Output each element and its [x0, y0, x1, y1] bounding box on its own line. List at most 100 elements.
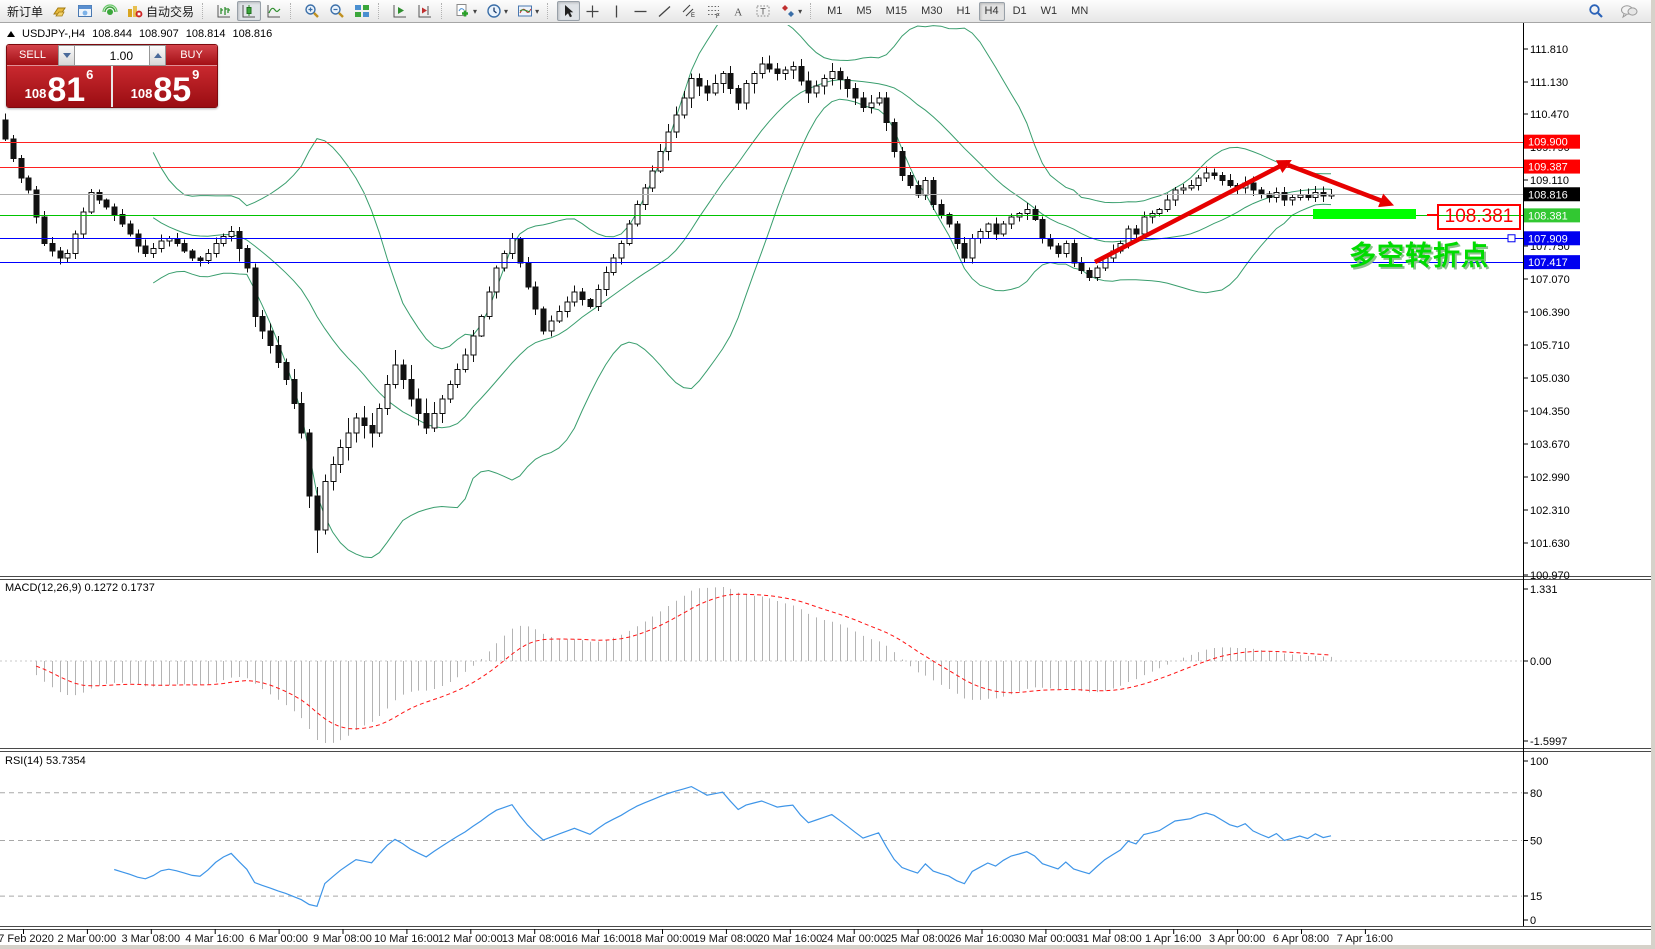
svg-text:3 Apr 00:00: 3 Apr 00:00 — [1209, 933, 1265, 945]
timeframe-H1-button[interactable]: H1 — [950, 2, 976, 21]
macd-panel — [0, 587, 1523, 743]
svg-text:15: 15 — [1530, 891, 1542, 903]
candlestick-chart-button[interactable] — [237, 1, 261, 21]
new-order-button[interactable]: 新订单 — [3, 1, 47, 21]
timeframe-W1-button[interactable]: W1 — [1035, 2, 1064, 21]
toolbar-separator — [547, 3, 552, 19]
price-note-label[interactable]: 108.381 — [1437, 204, 1521, 230]
vertical-line-tool-button[interactable] — [605, 1, 628, 21]
volume-increase-button[interactable] — [149, 45, 166, 66]
panel-separators — [0, 577, 1655, 930]
svg-text:111.130: 111.130 — [1530, 77, 1568, 89]
dropdown-caret-icon: ▾ — [798, 7, 802, 16]
channel-tool-button[interactable]: E — [677, 1, 701, 21]
svg-text:101.630: 101.630 — [1530, 538, 1570, 550]
rsi-label: RSI(14) 53.7354 — [5, 755, 86, 767]
indicators-button[interactable]: ▾ — [451, 1, 481, 21]
svg-text:100.970: 100.970 — [1530, 570, 1570, 582]
sell-price-display[interactable]: 108816 — [7, 66, 111, 107]
zoom-in-button[interactable] — [300, 1, 324, 21]
price-chart-canvas[interactable]: 111.810111.130110.470109.790109.110107.7… — [0, 23, 1655, 949]
autotrading-button[interactable]: 自动交易 — [123, 1, 198, 21]
sell-button[interactable]: SELL — [7, 45, 58, 66]
volume-decrease-button[interactable] — [58, 45, 75, 66]
dropdown-caret-icon: ▾ — [535, 7, 539, 16]
svg-text:108.381: 108.381 — [1528, 210, 1568, 222]
buy-price-prefix: 108 — [131, 86, 153, 101]
bar-chart-button[interactable] — [212, 1, 236, 21]
highlight-rectangle[interactable] — [1313, 209, 1416, 219]
timeframe-M30-button[interactable]: M30 — [915, 2, 948, 21]
mt4-window: 新订单 自动交易 — [0, 0, 1655, 949]
svg-text:105.030: 105.030 — [1530, 373, 1570, 385]
periods-button[interactable]: ▾ — [482, 1, 512, 21]
turning-point-note[interactable]: 多空转折点 — [1349, 234, 1489, 273]
one-click-trade-panel: SELL 1.00 BUY 108816 108859 — [6, 44, 218, 108]
ohlc-open: 108.844 — [92, 28, 132, 40]
navigator-icon[interactable] — [98, 1, 122, 21]
timeframe-M5-button[interactable]: M5 — [850, 2, 877, 21]
svg-text:30 Mar 00:00: 30 Mar 00:00 — [1013, 933, 1078, 945]
svg-text:7 Apr 16:00: 7 Apr 16:00 — [1337, 933, 1393, 945]
level-lines[interactable] — [0, 143, 1523, 263]
zoom-out-button[interactable] — [325, 1, 349, 21]
toolbar-right — [1584, 1, 1652, 21]
text-tool-button[interactable]: A — [727, 1, 750, 21]
svg-text:26 Mar 16:00: 26 Mar 16:00 — [949, 933, 1014, 945]
timeframe-MN-button[interactable]: MN — [1065, 2, 1094, 21]
auto-scroll-button[interactable] — [388, 1, 412, 21]
chart-shift-button[interactable] — [413, 1, 437, 21]
price-axis: 111.810111.130110.470109.790109.110107.7… — [1523, 23, 1570, 927]
timeframe-M1-button[interactable]: M1 — [821, 2, 848, 21]
toolbar-separator — [441, 3, 446, 19]
tile-windows-button[interactable] — [350, 1, 374, 21]
text-label-tool-button[interactable]: T — [751, 1, 775, 21]
toolbar-separator — [290, 3, 295, 19]
svg-text:103.670: 103.670 — [1530, 439, 1570, 451]
trendline-tool-button[interactable] — [653, 1, 676, 21]
svg-text:20 Mar 16:00: 20 Mar 16:00 — [757, 933, 822, 945]
svg-text:0: 0 — [1530, 915, 1536, 927]
line-chart-button[interactable] — [262, 1, 286, 21]
collapse-triangle-icon[interactable] — [7, 31, 15, 37]
fibonacci-tool-button[interactable]: F — [702, 1, 726, 21]
sell-price-sup: 6 — [86, 67, 93, 82]
sell-price-prefix: 108 — [25, 86, 47, 101]
dropdown-caret-icon: ▾ — [473, 7, 477, 16]
chart-region: 111.810111.130110.470109.790109.110107.7… — [0, 23, 1655, 949]
data-window-icon[interactable] — [73, 1, 97, 21]
svg-text:12 Mar 00:00: 12 Mar 00:00 — [438, 933, 503, 945]
chat-icon[interactable] — [1616, 1, 1642, 21]
svg-text:109.387: 109.387 — [1528, 162, 1568, 174]
timeframe-H4-button[interactable]: H4 — [979, 2, 1005, 21]
autotrading-label: 自动交易 — [146, 3, 194, 20]
svg-text:A: A — [734, 6, 742, 18]
templates-button[interactable]: ▾ — [513, 1, 543, 21]
timeframe-D1-button[interactable]: D1 — [1007, 2, 1033, 21]
crosshair-tool-button[interactable] — [581, 1, 604, 21]
volume-control: 1.00 — [58, 45, 166, 66]
timeframe-M15-button[interactable]: M15 — [880, 2, 913, 21]
toolbar-separator — [202, 3, 207, 19]
buy-button[interactable]: BUY — [166, 45, 217, 66]
window-bottom-edge — [0, 945, 1655, 949]
toolbar: 新订单 自动交易 — [0, 0, 1655, 23]
rsi-panel — [0, 787, 1523, 907]
dropdown-caret-icon: ▾ — [504, 7, 508, 16]
buy-price-display[interactable]: 108859 — [113, 66, 217, 107]
search-icon[interactable] — [1584, 1, 1608, 21]
svg-text:80: 80 — [1530, 788, 1542, 800]
arrows-tool-button[interactable]: ▾ — [776, 1, 806, 21]
trend-arrow-down[interactable] — [1288, 165, 1390, 204]
market-watch-icon[interactable] — [48, 1, 72, 21]
line-selection-handle[interactable] — [1508, 235, 1515, 242]
horizontal-line-tool-button[interactable] — [629, 1, 652, 21]
svg-text:107.909: 107.909 — [1528, 233, 1568, 245]
cursor-tool-button[interactable] — [557, 1, 580, 21]
svg-text:18 Mar 00:00: 18 Mar 00:00 — [630, 933, 695, 945]
volume-input[interactable]: 1.00 — [75, 45, 149, 66]
svg-text:10 Mar 16:00: 10 Mar 16:00 — [374, 933, 439, 945]
svg-text:111.810: 111.810 — [1530, 44, 1568, 56]
svg-text:102.310: 102.310 — [1530, 505, 1570, 517]
svg-text:E: E — [691, 13, 695, 19]
